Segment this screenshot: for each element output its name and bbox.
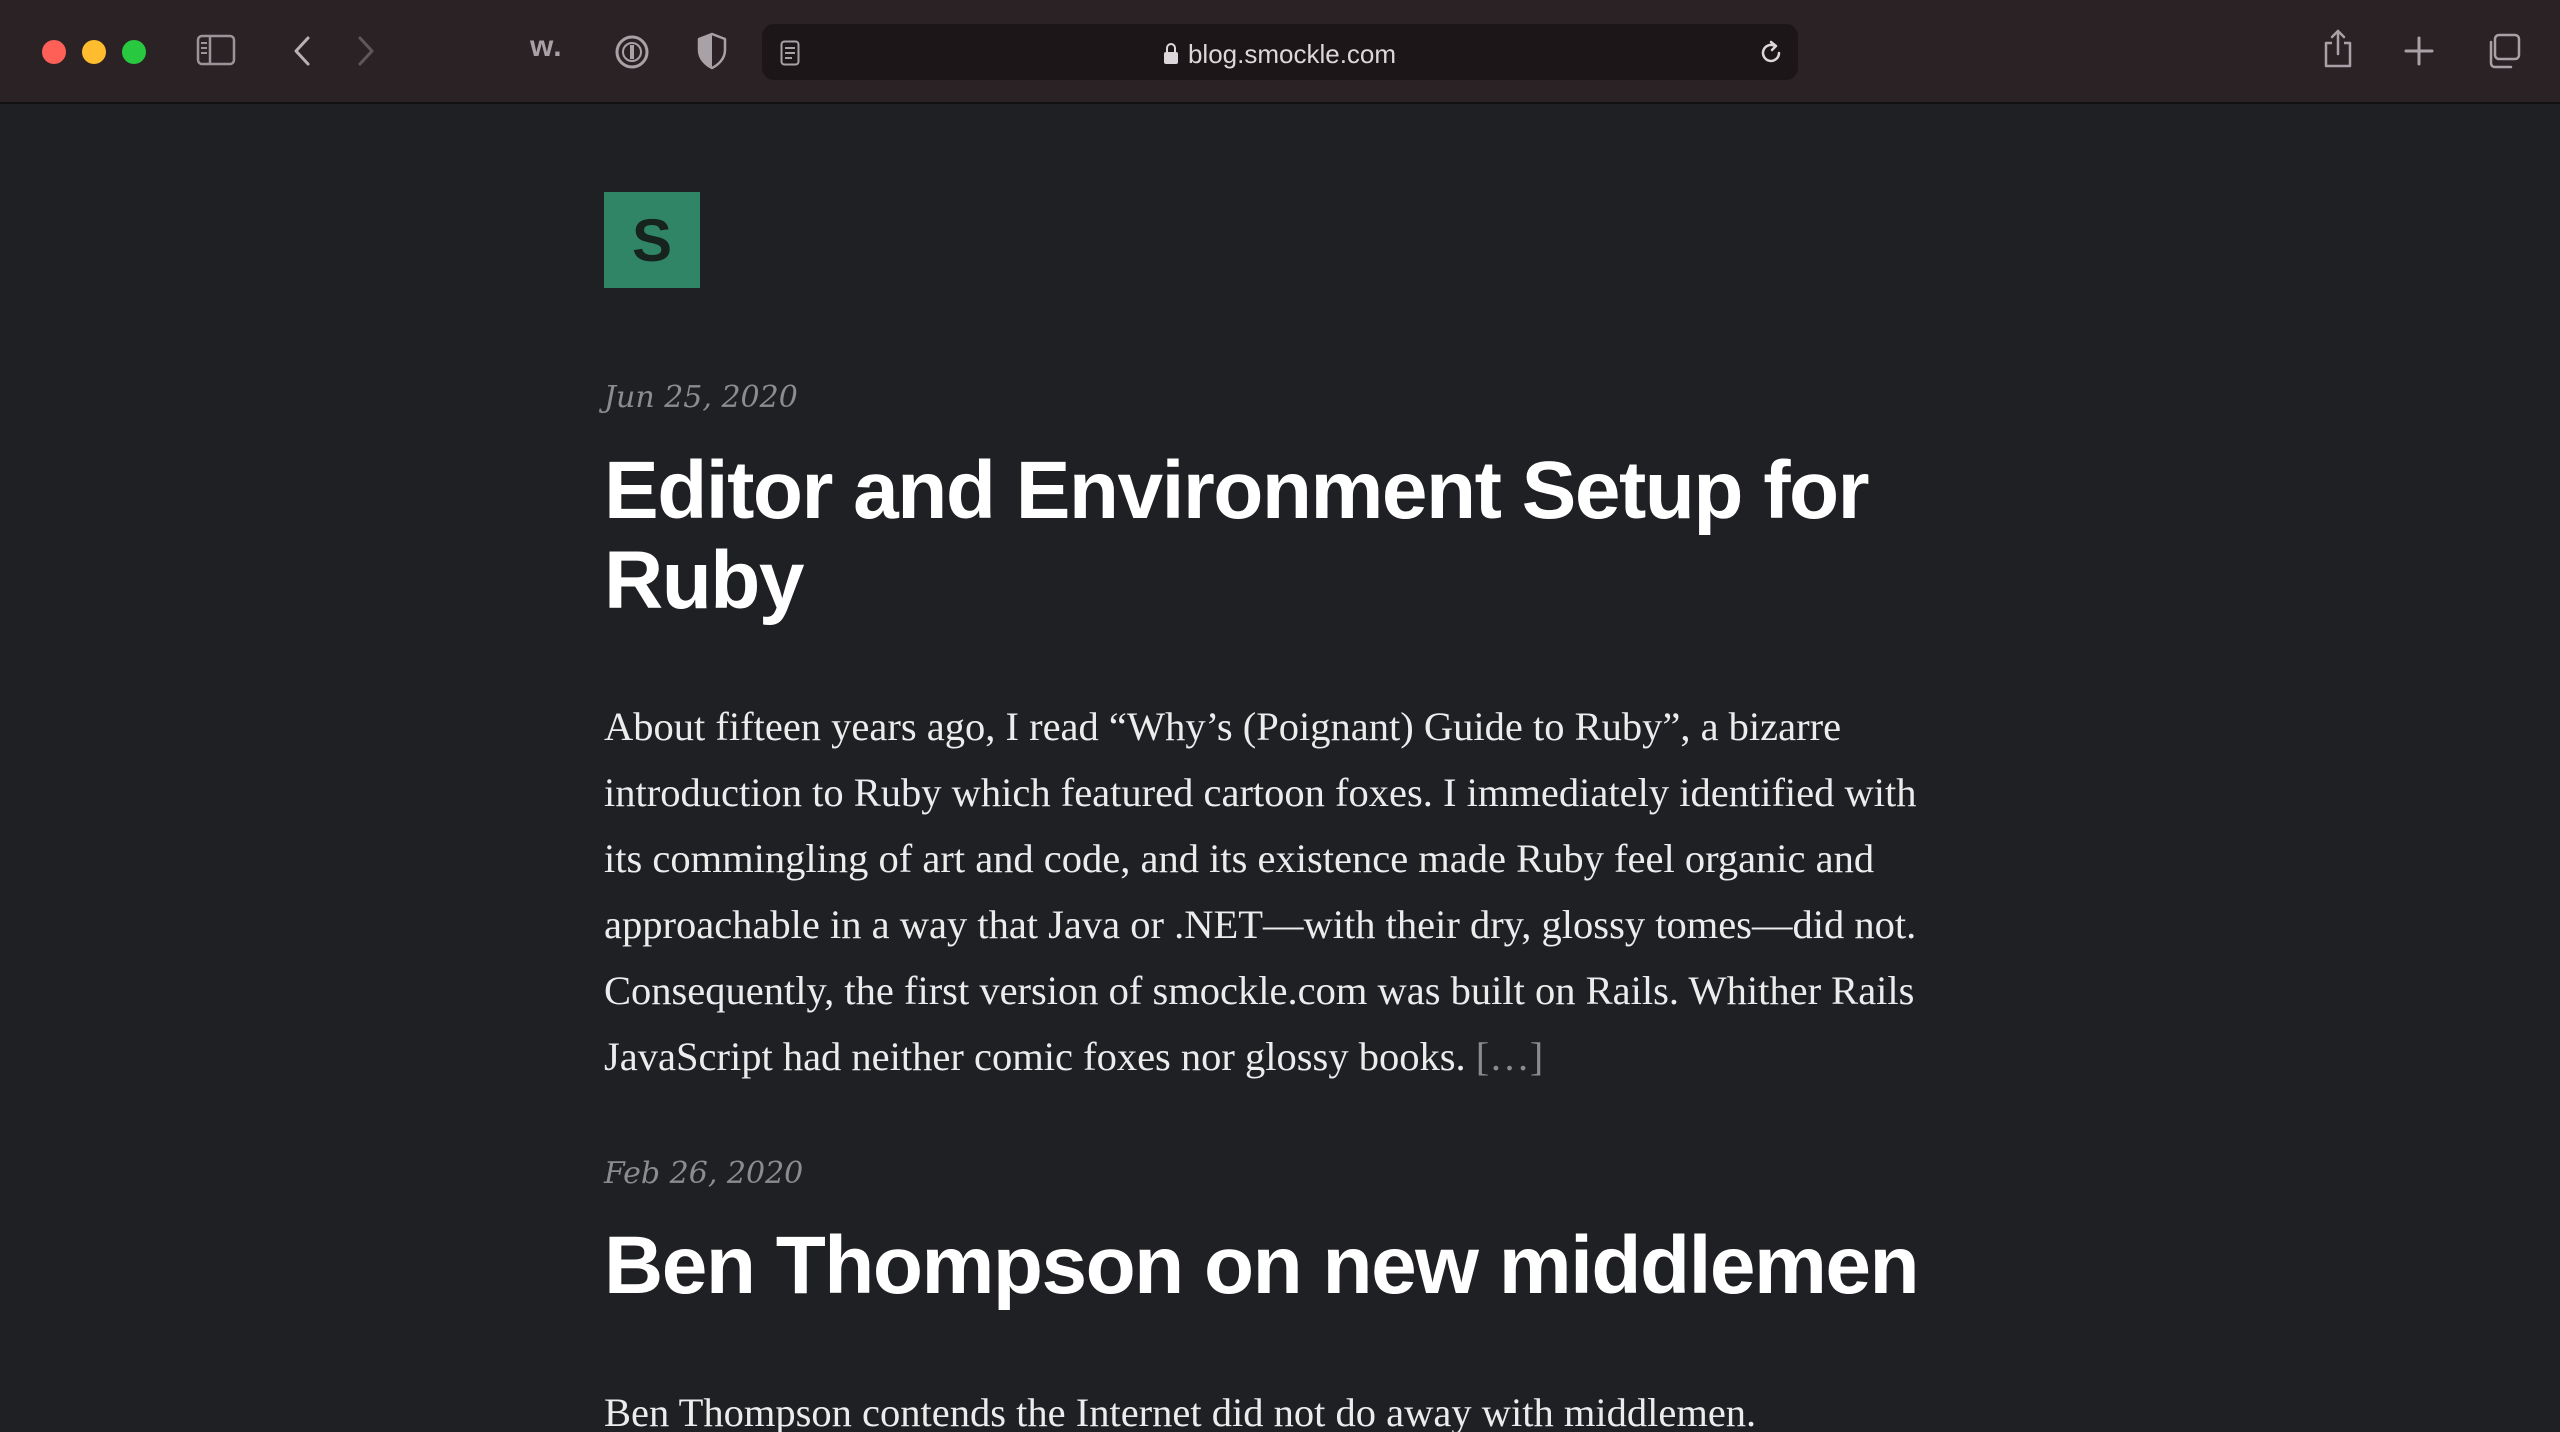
post-date: Jun 25, 2020: [604, 380, 798, 415]
read-more-link[interactable]: […]: [1476, 1034, 1543, 1079]
back-arrow-icon[interactable]: [290, 34, 314, 68]
post-excerpt: Ben Thompson contends the Internet did n…: [604, 1390, 1757, 1432]
reload-icon[interactable]: [1758, 40, 1784, 66]
lock-icon: [1163, 43, 1178, 64]
sidebar-toggle-icon[interactable]: [196, 34, 236, 66]
tab-overview-icon[interactable]: [2484, 32, 2522, 70]
shield-icon[interactable]: [696, 32, 728, 70]
new-tab-icon[interactable]: [2404, 36, 2434, 66]
forward-arrow-icon[interactable]: [354, 34, 378, 68]
close-window-button[interactable]: [42, 40, 66, 64]
maximize-window-button[interactable]: [122, 40, 146, 64]
minimize-window-button[interactable]: [82, 40, 106, 64]
w-extension-button[interactable]: w.: [530, 30, 563, 64]
post-title-link[interactable]: Ben Thompson on new middlemen: [604, 1221, 1974, 1311]
url-text: blog.smockle.com: [1187, 39, 1397, 69]
post-title-link[interactable]: Editor and Environment Setup for Ruby: [604, 446, 1944, 626]
site-logo[interactable]: S: [604, 192, 700, 288]
password-manager-icon[interactable]: [614, 34, 650, 70]
post-excerpt-text: About fifteen years ago, I read “Why’s (…: [604, 704, 1917, 1079]
browser-toolbar: w. blog.smockle.com: [0, 0, 2560, 104]
browser-window: w. blog.smockle.com S Jun 25, 2020 Edito…: [0, 0, 2560, 1432]
address-bar[interactable]: blog.smockle.com: [762, 24, 1798, 80]
post-excerpt: About fifteen years ago, I read “Why’s (…: [604, 694, 1964, 1090]
share-icon[interactable]: [2322, 28, 2354, 70]
url-display[interactable]: blog.smockle.com: [762, 39, 1798, 70]
post-date: Feb 26, 2020: [604, 1156, 804, 1191]
